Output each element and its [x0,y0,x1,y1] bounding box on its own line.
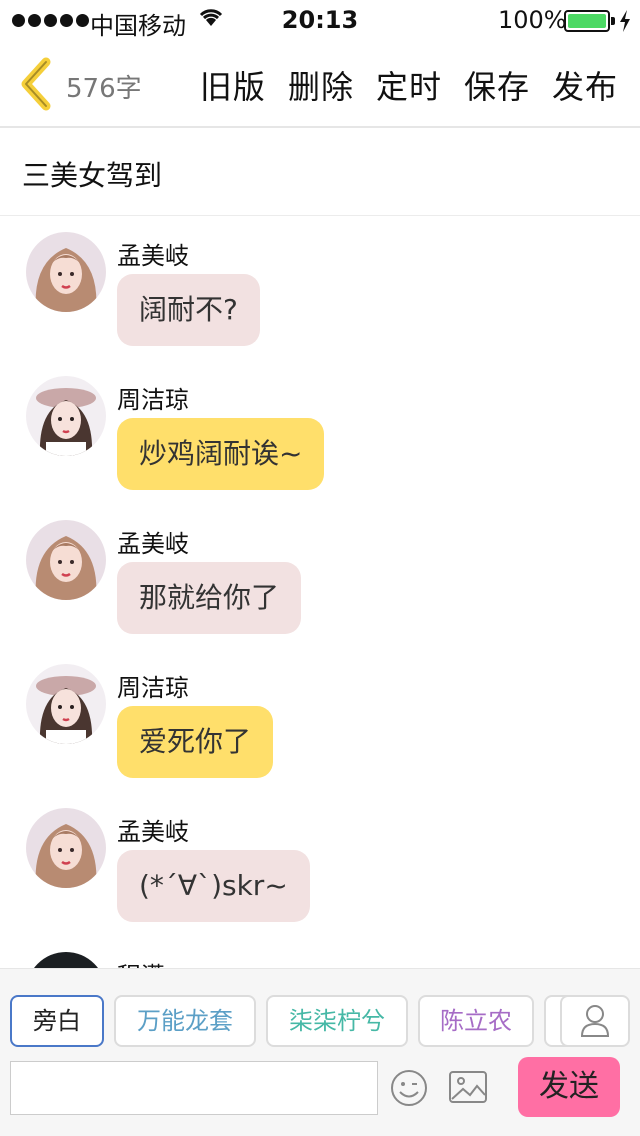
character-chip[interactable]: 旁白 [10,995,104,1047]
smiley-icon[interactable] [390,1069,428,1107]
battery-percent: 100% [498,6,567,34]
battery-tip [611,17,615,25]
status-bar: 中国移动 20:13 100% [0,0,640,40]
message-row[interactable]: 孟美岐 那就给你了 [0,504,640,644]
delete-button[interactable]: 删除 [288,62,354,108]
chevron-left-icon[interactable] [16,56,56,112]
sender-name: 孟美岐 [117,530,189,558]
battery-icon [564,10,610,32]
avatar[interactable] [26,952,106,968]
composer-panel: 旁白 万能龙套 柒柒柠兮 陈立农 发送 [0,968,640,1136]
message-bubble[interactable]: 阔耐不? [117,274,260,346]
message-bubble[interactable]: 炒鸡阔耐诶~ [117,418,325,490]
user-icon [580,1005,610,1037]
story-title-row[interactable]: 三美女驾到 [0,130,640,216]
message-row[interactable]: 孟美岐阔耐不? [0,216,640,356]
save-button[interactable]: 保存 [464,62,530,108]
avatar[interactable] [26,808,106,888]
message-bubble[interactable]: (*´∀`)skr~ [117,850,310,922]
message-bubble[interactable]: 那就给你了 [117,562,302,634]
word-count: 576字 [66,74,142,104]
sender-name: 周洁琼 [117,386,189,414]
sender-name: 程潇 [117,956,165,968]
sender-name: 孟美岐 [117,242,189,270]
avatar[interactable] [26,232,106,312]
nav-actions: 旧版 删除 定时 保存 发布 [200,62,618,108]
schedule-button[interactable]: 定时 [376,62,442,108]
old-version-button[interactable]: 旧版 [200,62,266,108]
sender-name: 孟美岐 [117,818,189,846]
character-selector: 旁白 万能龙套 柒柒柠兮 陈立农 [10,995,570,1047]
send-button[interactable]: 发送 [518,1057,620,1117]
avatar[interactable] [26,664,106,744]
add-character-button[interactable] [560,995,630,1047]
message-row[interactable]: 程潇 [0,936,640,968]
character-chip[interactable]: 万能龙套 [114,995,256,1047]
top-nav-bar: 576字 旧版 删除 定时 保存 发布 [0,40,640,128]
publish-button[interactable]: 发布 [552,62,618,108]
message-input[interactable] [10,1061,378,1115]
message-row[interactable]: 周洁琼 爱死你了 [0,648,640,788]
message-bubble[interactable]: 爱死你了 [117,706,274,778]
app-root: 中国移动 20:13 100% 576字 旧版 删除 定时 保存 发布 三美女驾… [0,0,640,1136]
message-row[interactable]: 孟美岐 (*´∀`)skr~ [0,792,640,932]
character-chip[interactable]: 柒柒柠兮 [266,995,408,1047]
story-title: 三美女驾到 [22,159,163,192]
message-row[interactable]: 周洁琼炒鸡阔耐诶~ [0,360,640,500]
charging-icon [620,10,630,32]
avatar[interactable] [26,520,106,600]
avatar[interactable] [26,376,106,456]
image-icon[interactable] [448,1069,488,1105]
sender-name: 周洁琼 [117,674,189,702]
character-chip[interactable]: 陈立农 [418,995,534,1047]
message-list[interactable]: 孟美岐 阔耐不? 周洁琼 炒鸡阔耐诶~ 孟美岐 那就给你了 周洁琼 爱死你了 孟美岐 (*´∀`)… [0,216,640,968]
